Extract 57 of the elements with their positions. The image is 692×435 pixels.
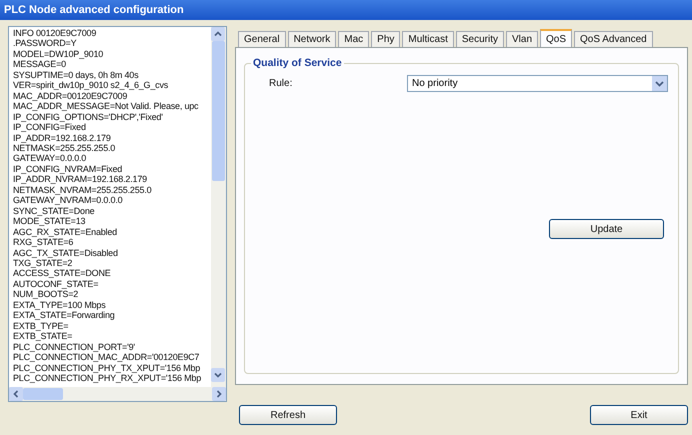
info-line: AGC_TX_STATE=Disabled bbox=[13, 248, 119, 258]
scrollbar-thumb[interactable] bbox=[23, 388, 63, 400]
tab[interactable]: General bbox=[238, 31, 286, 47]
info-line: INFO 00120E9C7009 bbox=[13, 28, 98, 38]
info-line: EXTA_TYPE=100 Mbps bbox=[13, 300, 107, 310]
tab[interactable]: Multicast bbox=[402, 31, 454, 47]
rule-label: Rule: bbox=[269, 78, 294, 89]
info-line: MODE_STATE=13 bbox=[13, 216, 86, 227]
info-line: NUM_BOOTS=2 bbox=[13, 289, 80, 300]
info-line: NETMASK_NVRAM=255.255.255.0 bbox=[13, 184, 152, 196]
info-line: PLC_CONNECTION_PHY_TX_XPUT='156 Mbp bbox=[13, 362, 202, 373]
info-line: MAC_ADDR_MESSAGE=Not Valid. Please, upc bbox=[13, 101, 200, 112]
scroll-right-icon[interactable] bbox=[212, 387, 226, 401]
tab[interactable]: QoS bbox=[540, 29, 572, 47]
info-line: AUTOCONF_STATE= bbox=[13, 278, 100, 290]
refresh-button[interactable]: Refresh bbox=[239, 405, 337, 425]
tab[interactable]: Mac bbox=[338, 31, 370, 47]
info-line: TXG_STATE=2 bbox=[13, 258, 72, 268]
info-line: PLC_CONNECTION_PHY_RX_XPUT='156 Mbp bbox=[13, 372, 202, 384]
info-line: IP_ADDR_NVRAM=192.168.2.179 bbox=[13, 174, 148, 185]
rule-dropdown[interactable]: No priority bbox=[407, 75, 668, 92]
info-line: EXTB_TYPE= bbox=[13, 320, 70, 332]
info-line: IP_CONFIG_OPTIONS='DHCP','Fixed' bbox=[13, 112, 164, 122]
info-line: EXTB_STATE= bbox=[13, 331, 74, 342]
scroll-down-icon[interactable] bbox=[211, 368, 225, 382]
scroll-left-icon[interactable] bbox=[9, 387, 23, 401]
info-line: SYSUPTIME=0 days, 0h 8m 40s bbox=[13, 70, 140, 80]
info-line: IP_CONFIG_NVRAM=Fixed bbox=[13, 164, 124, 174]
window-title: PLC Node advanced configuration bbox=[0, 0, 692, 20]
info-line: NETMASK=255.255.255.0 bbox=[13, 142, 116, 154]
tab[interactable]: QoS Advanced bbox=[574, 31, 653, 47]
horizontal-scrollbar[interactable] bbox=[9, 387, 226, 401]
info-line: IP_ADDR=192.168.2.179 bbox=[13, 132, 112, 143]
tab[interactable]: Vlan bbox=[506, 31, 538, 47]
info-line: VER=spirit_dw10p_9010 s2_4_6_G_cvs bbox=[13, 80, 170, 91]
info-line: IP_CONFIG=Fixed bbox=[13, 122, 87, 133]
tab[interactable]: Network bbox=[288, 31, 336, 47]
info-line: PLC_CONNECTION_PORT='9' bbox=[13, 342, 136, 352]
info-line: RXG_STATE=6 bbox=[13, 237, 74, 248]
tab[interactable]: Security bbox=[456, 31, 504, 47]
exit-button[interactable]: Exit bbox=[590, 405, 688, 425]
info-line: MAC_ADDR=00120E9C7009 bbox=[13, 90, 128, 102]
info-line: EXTA_STATE=Forwarding bbox=[13, 310, 116, 321]
scroll-up-icon[interactable] bbox=[211, 27, 225, 41]
scrollbar-thumb[interactable] bbox=[212, 41, 225, 181]
info-line: .PASSWORD=Y bbox=[13, 38, 78, 49]
info-line: SYNC_STATE=Done bbox=[13, 206, 96, 216]
info-line: MESSAGE=0 bbox=[13, 59, 67, 70]
group-title: Quality of Service bbox=[252, 57, 343, 69]
info-line: PLC_CONNECTION_MAC_ADDR='00120E9C7 bbox=[13, 352, 200, 362]
info-line: ACCESS_STATE=DONE bbox=[13, 268, 112, 279]
info-line: GATEWAY_NVRAM=0.0.0.0 bbox=[13, 195, 124, 206]
info-line: AGC_RX_STATE=Enabled bbox=[13, 226, 118, 238]
tab[interactable]: Phy bbox=[371, 31, 400, 47]
info-line: MODEL=DW10P_9010 bbox=[13, 48, 104, 60]
update-button[interactable]: Update bbox=[549, 219, 664, 239]
info-line: GATEWAY=0.0.0.0 bbox=[13, 153, 88, 164]
